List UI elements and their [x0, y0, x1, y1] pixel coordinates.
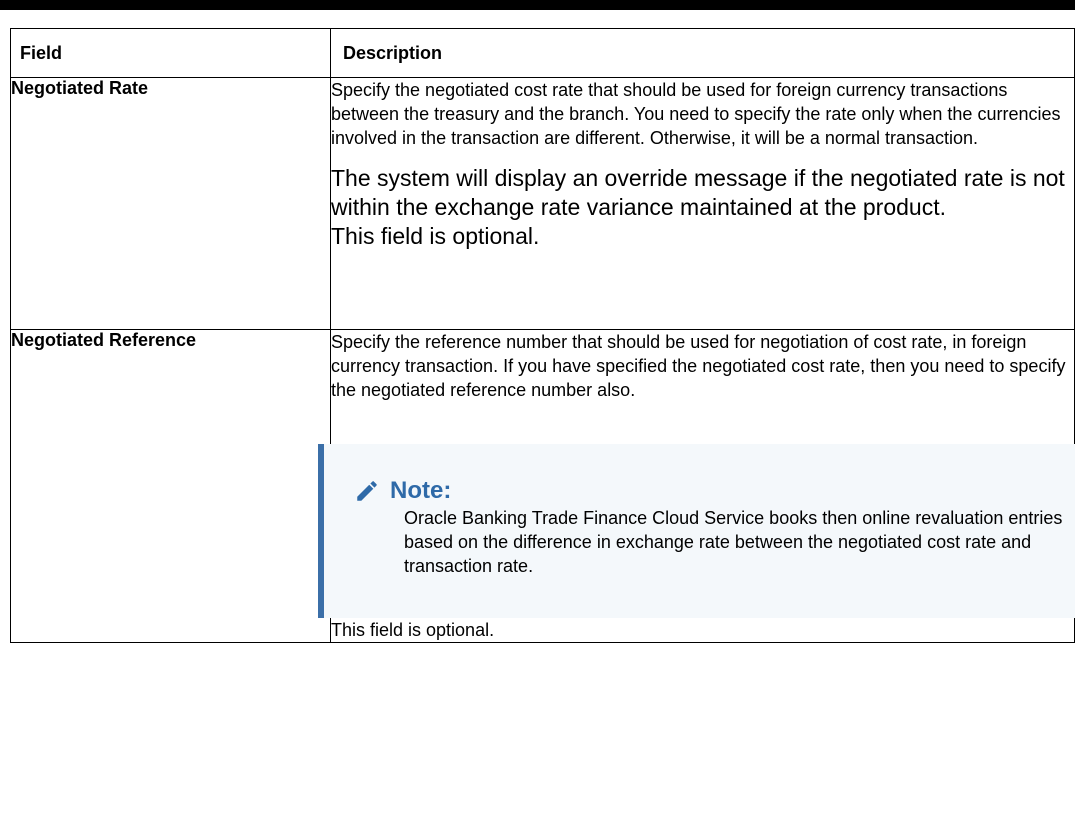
- note-heading: Note:: [354, 476, 1067, 506]
- pencil-icon: [357, 481, 377, 501]
- note-callout: Note: Oracle Banking Trade Finance Cloud…: [318, 444, 1075, 618]
- description-paragraph: This field is optional.: [331, 620, 495, 640]
- table-row: Negotiated Rate Specify the negotiated c…: [10, 77, 1075, 330]
- description-paragraph: Specify the reference number that should…: [331, 332, 1066, 400]
- field-description-table: Field Description Negotiated Rate Specif…: [10, 28, 1075, 643]
- note-text: Oracle Banking Trade Finance Cloud Servi…: [404, 508, 1063, 576]
- description-cell: Specify the reference number that should…: [318, 329, 1075, 643]
- description-paragraph: This field is optional.: [331, 223, 540, 249]
- note-title: Note:: [390, 477, 452, 504]
- description-cell: Specify the negotiated cost rate that sh…: [330, 77, 1075, 330]
- table-header-row: Field Description: [10, 28, 1075, 78]
- field-name-negotiated-rate: Negotiated Rate: [10, 77, 331, 330]
- description-paragraph: Specify the negotiated cost rate that sh…: [331, 80, 1061, 148]
- table-row: Negotiated Reference Specify the referen…: [10, 329, 1075, 643]
- header-field: Field: [10, 28, 331, 78]
- header-description: Description: [330, 28, 1075, 78]
- field-name-negotiated-reference: Negotiated Reference: [10, 329, 331, 643]
- top-rule: [0, 0, 1075, 10]
- description-paragraph: The system will display an override mess…: [331, 165, 1065, 220]
